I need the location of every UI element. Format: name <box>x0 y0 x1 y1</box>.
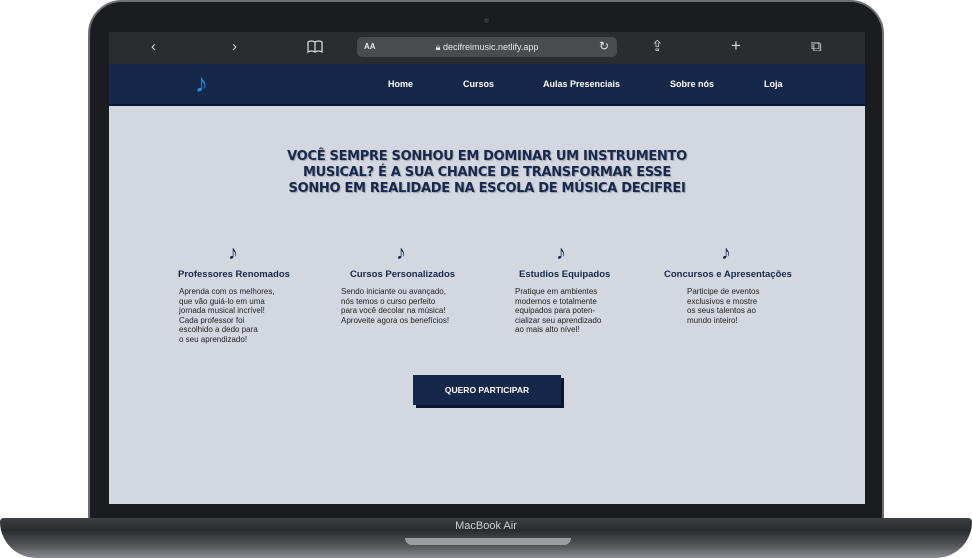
hero-title: VOCÊ SEMPRE SONHOU EM DOMINAR UM INSTRUM… <box>287 149 687 196</box>
nav-home[interactable]: Home <box>388 79 413 89</box>
nav-sobre-nos[interactable]: Sobre nós <box>670 79 714 89</box>
new-tab-icon[interactable]: + <box>731 37 741 55</box>
reload-icon[interactable]: ↻ <box>599 39 609 53</box>
feature-description: Participe de eventos exclusivos e mostre… <box>687 287 760 325</box>
feature-title: Professores Renomados <box>178 269 290 280</box>
nav-loja[interactable]: Loja <box>764 79 783 89</box>
site-navbar: ♪ Home Cursos Aulas Presenciais Sobre nó… <box>109 64 865 106</box>
url-display: 🔒︎ decifreimusic.netlify.app <box>357 42 617 53</box>
camera <box>484 18 489 23</box>
music-note-logo-icon[interactable]: ♪ <box>195 68 208 98</box>
lock-icon: 🔒︎ <box>435 42 441 52</box>
quero-participar-button[interactable]: QUERO PARTICIPAR <box>413 375 561 405</box>
tabs-overview-icon[interactable]: ⧉ <box>811 38 822 56</box>
forward-icon[interactable]: › <box>232 38 237 56</box>
browser-toolbar: ‹ › AA 🔒︎ decifreimusic.netlify.app ↻ ⇪ … <box>109 32 865 64</box>
address-bar[interactable]: AA 🔒︎ decifreimusic.netlify.app ↻ <box>357 37 617 57</box>
music-note-icon: ♪ <box>556 242 566 264</box>
nav-cursos[interactable]: Cursos <box>463 79 494 89</box>
feature-description: Sendo iniciante ou avançado, nós temos o… <box>341 287 450 325</box>
music-note-icon: ♪ <box>396 242 406 264</box>
feature-description: Pratique em ambientes modernos e totalme… <box>515 287 602 334</box>
model-label: MacBook Air <box>455 520 517 532</box>
laptop-notch <box>405 538 571 545</box>
feature-title: Cursos Personalizados <box>350 269 456 280</box>
feature-title: Estudios Equipados <box>519 269 611 280</box>
back-icon[interactable]: ‹ <box>151 38 156 56</box>
book-icon[interactable] <box>307 40 323 58</box>
screen: ‹ › AA 🔒︎ decifreimusic.netlify.app ↻ ⇪ … <box>109 32 865 504</box>
feature-title: Concursos e Apresentações <box>664 269 792 280</box>
nav-aulas-presenciais[interactable]: Aulas Presenciais <box>543 79 620 89</box>
share-icon[interactable]: ⇪ <box>651 38 664 56</box>
feature-description: Aprenda com os melhores, que vão guiá-lo… <box>179 287 275 344</box>
url-text: decifreimusic.netlify.app <box>442 42 539 52</box>
music-note-icon: ♪ <box>228 242 238 264</box>
music-note-icon: ♪ <box>721 242 731 264</box>
